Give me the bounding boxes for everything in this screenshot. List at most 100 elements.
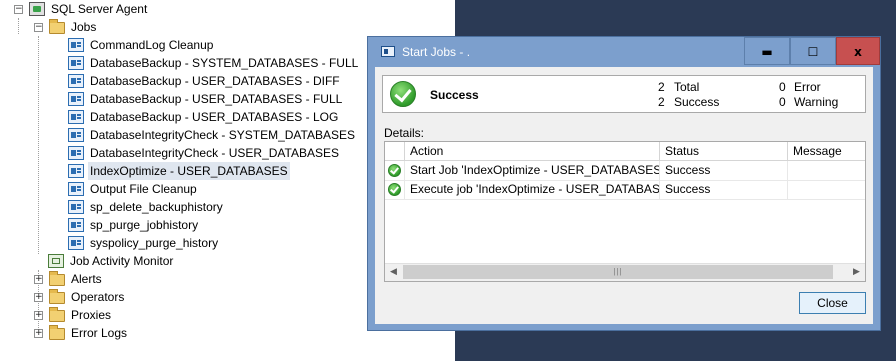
job-icon	[68, 56, 84, 70]
row-icon-cell	[385, 161, 405, 180]
details-label: Details:	[384, 126, 425, 140]
success-count: 2	[658, 95, 665, 109]
job-label: Output File Cleanup	[90, 182, 197, 196]
total-label: Total	[674, 80, 700, 94]
status-cell: Success	[660, 180, 788, 199]
close-window-button[interactable]: x	[836, 37, 880, 65]
scroll-thumb[interactable]: |||	[403, 265, 833, 279]
scroll-right-icon[interactable]: ▶	[848, 264, 865, 281]
agent-icon	[29, 2, 45, 16]
job-label: DatabaseIntegrityCheck - USER_DATABASES	[90, 146, 339, 160]
tree-node-job[interactable]: DatabaseBackup - USER_DATABASES - FULL	[68, 90, 344, 108]
tree-node-error-logs[interactable]: + Error Logs	[34, 324, 129, 342]
column-header-message[interactable]: Message	[788, 142, 865, 160]
expand-icon[interactable]: +	[34, 274, 43, 284]
warning-count: 0	[779, 95, 786, 109]
job-icon	[68, 146, 84, 160]
column-header-action[interactable]: Action	[405, 142, 660, 160]
job-label: sp_delete_backuphistory	[90, 200, 223, 214]
folder-icon	[49, 324, 65, 340]
tree-node-job[interactable]: sp_purge_jobhistory	[68, 216, 200, 234]
folder-icon	[49, 270, 65, 286]
error-label: Error	[794, 80, 821, 94]
grid-header: Action Status Message	[385, 142, 865, 161]
scroll-left-icon[interactable]: ◀	[385, 264, 402, 281]
job-label: sp_purge_jobhistory	[90, 218, 199, 232]
row-icon-cell	[385, 180, 405, 199]
tree-node-label: SQL Server Agent	[51, 2, 148, 16]
column-header-icon[interactable]	[385, 142, 405, 160]
tree-node-label: Operators	[71, 290, 125, 304]
job-icon	[68, 38, 84, 52]
minimize-button[interactable]: ▬	[744, 37, 790, 65]
status-cell: Success	[660, 161, 788, 180]
tree-node-job[interactable]: Output File Cleanup	[68, 180, 199, 198]
table-row[interactable]: Execute job 'IndexOptimize - USER_DATABA…	[385, 180, 865, 200]
job-icon	[68, 92, 84, 106]
job-label-selected: IndexOptimize - USER_DATABASES	[88, 162, 290, 180]
success-check-icon	[388, 183, 401, 196]
horizontal-scrollbar[interactable]: ◀ ||| ▶	[385, 263, 865, 281]
tree-node-job-activity-monitor[interactable]: Job Activity Monitor	[48, 252, 175, 270]
tree-node-job[interactable]: DatabaseBackup - USER_DATABASES - DIFF	[68, 72, 342, 90]
collapse-icon[interactable]: −	[14, 4, 23, 14]
success-check-icon	[390, 81, 416, 107]
start-jobs-dialog: Start Jobs - . ▬ ☐ x Success 2 Total 2 S…	[367, 36, 881, 331]
dialog-client-area: Success 2 Total 2 Success 0 Error 0 Warn…	[375, 67, 873, 324]
folder-icon	[49, 288, 65, 304]
tree-node-proxies[interactable]: + Proxies	[34, 306, 113, 324]
job-label: syspolicy_purge_history	[90, 236, 219, 250]
tree-node-alerts[interactable]: + Alerts	[34, 270, 104, 288]
job-label: CommandLog Cleanup	[90, 38, 214, 52]
job-icon	[68, 200, 84, 214]
message-cell	[788, 180, 865, 199]
action-cell: Execute job 'IndexOptimize - USER_DATABA…	[405, 180, 660, 199]
tree-node-label: Error Logs	[71, 326, 128, 340]
tree-node-job[interactable]: CommandLog Cleanup	[68, 36, 215, 54]
tree-node-job[interactable]: sp_delete_backuphistory	[68, 198, 225, 216]
tree-node-job[interactable]: syspolicy_purge_history	[68, 234, 220, 252]
tree-node-job[interactable]: DatabaseBackup - SYSTEM_DATABASES - FULL	[68, 54, 360, 72]
monitor-icon	[48, 254, 64, 268]
dialog-title: Start Jobs - .	[402, 45, 471, 59]
success-check-icon	[388, 164, 401, 177]
folder-icon	[49, 18, 65, 34]
table-row[interactable]: Start Job 'IndexOptimize - USER_DATABASE…	[385, 161, 865, 181]
action-cell: Start Job 'IndexOptimize - USER_DATABASE…	[405, 161, 660, 180]
job-icon	[68, 218, 84, 232]
folder-icon	[49, 306, 65, 322]
expand-icon[interactable]: +	[34, 292, 43, 302]
details-grid: Action Status Message Start Job 'IndexOp…	[384, 141, 866, 282]
job-icon	[68, 128, 84, 142]
tree-node-label: Jobs	[71, 20, 97, 34]
job-icon	[68, 164, 84, 178]
job-label: DatabaseBackup - USER_DATABASES - DIFF	[90, 74, 340, 88]
job-icon	[68, 74, 84, 88]
collapse-icon[interactable]: −	[34, 22, 43, 32]
close-button[interactable]: Close	[799, 292, 866, 314]
tree-connector	[18, 18, 19, 34]
job-label: DatabaseBackup - USER_DATABASES - LOG	[90, 110, 339, 124]
tree-node-sql-server-agent[interactable]: − SQL Server Agent	[14, 0, 149, 18]
tree-node-job[interactable]: DatabaseIntegrityCheck - USER_DATABASES	[68, 144, 341, 162]
job-icon	[381, 46, 395, 57]
tree-node-jobs[interactable]: − Jobs	[34, 18, 98, 36]
summary-status: Success	[430, 88, 479, 102]
warning-label: Warning	[794, 95, 839, 109]
tree-node-job-selected[interactable]: IndexOptimize - USER_DATABASES	[68, 162, 290, 180]
tree-node-job[interactable]: DatabaseIntegrityCheck - SYSTEM_DATABASE…	[68, 126, 357, 144]
tree-node-job[interactable]: DatabaseBackup - USER_DATABASES - LOG	[68, 108, 340, 126]
job-label: DatabaseBackup - USER_DATABASES - FULL	[90, 92, 343, 106]
tree-node-label: Proxies	[71, 308, 112, 322]
tree-node-label: Job Activity Monitor	[70, 254, 174, 268]
job-icon	[68, 110, 84, 124]
expand-icon[interactable]: +	[34, 328, 43, 338]
message-cell	[788, 161, 865, 180]
column-header-status[interactable]: Status	[660, 142, 788, 160]
maximize-button[interactable]: ☐	[790, 37, 836, 65]
job-label: DatabaseBackup - SYSTEM_DATABASES - FULL	[90, 56, 359, 70]
job-icon	[68, 182, 84, 196]
expand-icon[interactable]: +	[34, 310, 43, 320]
dialog-title-bar[interactable]: Start Jobs - . ▬ ☐ x	[368, 37, 880, 67]
tree-node-operators[interactable]: + Operators	[34, 288, 126, 306]
